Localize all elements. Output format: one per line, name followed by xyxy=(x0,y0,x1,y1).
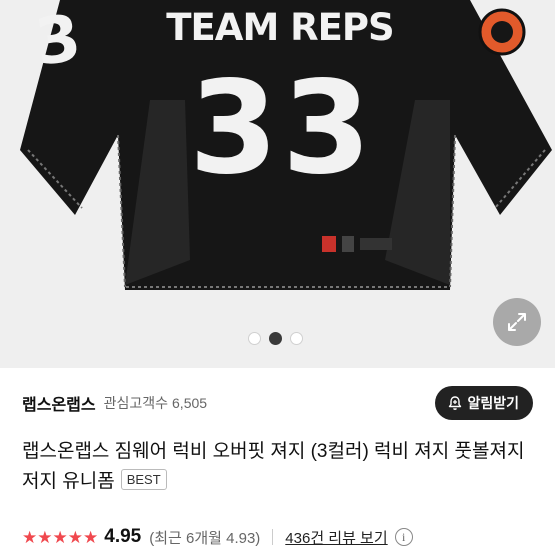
product-title: 랩스온랩스 짐웨어 럭비 오버핏 져지 (3컬러) 럭비 져지 풋볼져지 저지 … xyxy=(22,437,534,497)
reviews-link[interactable]: 436건 리뷰 보기 xyxy=(285,527,387,548)
star-icon: ★ xyxy=(22,527,38,547)
best-badge: BEST xyxy=(120,469,167,490)
rating-summary: ★ ★ ★ ★ ★ 4.95 (최근 6개월 4.93) 436건 리뷰 보기 … xyxy=(22,524,542,550)
jersey-team-text: TEAM REPS xyxy=(166,6,393,49)
expand-icon xyxy=(508,313,526,331)
carousel-dot-1[interactable] xyxy=(248,332,261,345)
product-image-gallery[interactable]: 3 TEAM REPS 33 xyxy=(0,0,555,368)
star-icon: ★ xyxy=(37,527,53,547)
store-name[interactable]: 랩스온랩스 xyxy=(22,391,96,415)
recent-rating: (최근 6개월 4.93) xyxy=(149,529,261,547)
follow-alert-button[interactable]: 알림받기 xyxy=(435,386,533,420)
star-icon: ★ xyxy=(67,527,83,547)
followers-count: 6,505 xyxy=(172,395,208,411)
star-icon: ★ xyxy=(52,527,68,547)
divider xyxy=(272,529,274,545)
followers-label: 관심고객수 xyxy=(103,395,169,411)
bell-plus-icon xyxy=(449,396,462,410)
star-icon: ★ xyxy=(83,527,99,547)
carousel-indicators xyxy=(248,332,303,345)
store-info: 랩스온랩스 관심고객수 6,505 알림받기 xyxy=(22,386,533,420)
expand-image-button[interactable] xyxy=(493,298,541,346)
product-title-text: 랩스온랩스 짐웨어 럭비 오버핏 져지 (3컬러) 럭비 져지 풋볼져지 저지 … xyxy=(22,441,525,492)
star-rating: ★ ★ ★ ★ ★ xyxy=(22,529,98,546)
jersey-number: 33 xyxy=(189,54,375,203)
rating-score: 4.95 xyxy=(104,526,142,547)
info-icon[interactable]: i xyxy=(394,528,413,546)
jersey-image: 3 TEAM REPS 33 xyxy=(20,0,552,290)
follow-alert-label: 알림받기 xyxy=(467,395,519,411)
carousel-dot-2[interactable] xyxy=(269,332,282,345)
carousel-dot-3[interactable] xyxy=(290,332,303,345)
